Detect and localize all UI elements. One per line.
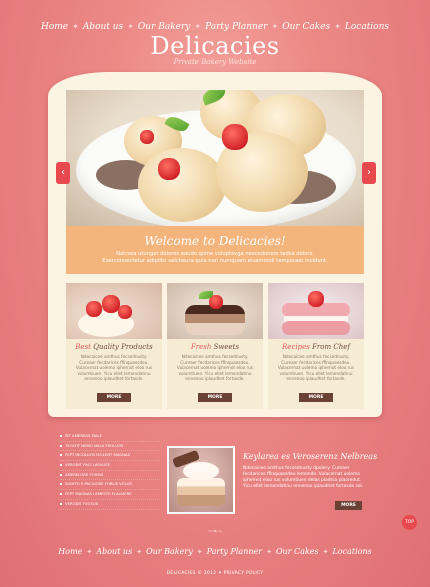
footer-nav-our-bakery[interactable]: Our Bakery	[146, 547, 193, 556]
feature-card-quality-products: Best Quality Products Ndecaicee amthus f…	[66, 283, 162, 409]
card-image-mousse	[167, 283, 263, 339]
footer-navigation: Home ✦ About us ✦ Our Bakery ✦ Party Planner ✦ O…	[0, 539, 430, 558]
strawberry-shape	[140, 130, 154, 144]
site-logo[interactable]: Delicacies	[0, 32, 430, 60]
nav-our-bakery[interactable]: Our Bakery	[138, 22, 190, 32]
featured-text: Ndecaicee amthus fecsednusty dpolery. Cu…	[243, 466, 364, 489]
card-title: Recipes From Chef	[268, 343, 364, 351]
quick-link-label: TEOLTIF NEMO NULA FROLUOS	[65, 442, 124, 448]
card-title-rest: Sweets	[213, 343, 240, 351]
card-title: Fresh Sweets	[167, 343, 263, 351]
raspberry-shape	[308, 291, 324, 307]
quick-link[interactable]: VERODIT FECSOE	[60, 500, 160, 510]
quick-link[interactable]: SIGHTO S PACIUOSE FORLIS VOLUS	[60, 480, 160, 491]
quick-link[interactable]: FEPT INCOLUOS MOLENT MAGNAS	[60, 451, 160, 462]
nav-separator: ✦	[322, 548, 329, 556]
quick-link-label: VERODIT PACI LAOLUSE	[65, 462, 110, 468]
card-title-highlight: Fresh	[190, 343, 212, 351]
bullet-icon	[60, 493, 62, 496]
copyright-text: DELICACIES © 2012 ✦ PRIVACY POLICY	[166, 571, 264, 576]
top-navigation: Home ✦ About us ✦ Our Bakery ✦ Party Planner ✦ O…	[0, 14, 430, 33]
featured-more-button[interactable]: MORE	[335, 501, 362, 510]
welcome-title: Welcome to Delicacies!	[144, 234, 286, 248]
dumpling-shape	[138, 148, 226, 222]
nav-separator: ✦	[271, 22, 279, 31]
quick-link[interactable]: SIT AMEREAS MALE	[60, 432, 160, 442]
bullet-icon	[60, 483, 62, 486]
slider-prev-button[interactable]: ‹	[56, 162, 70, 184]
card-title-rest: Quality Products	[93, 343, 153, 351]
card-more-button[interactable]: MORE	[299, 393, 333, 402]
strawberry-shape	[158, 158, 180, 180]
quick-link-label: AMERELORE FORSIS	[65, 471, 104, 477]
footer-nav-locations[interactable]: Locations	[332, 547, 371, 556]
nav-separator: ✦	[127, 22, 134, 31]
card-text: Ndecaicee amthus fecsednusty. Cureaer fe…	[75, 354, 153, 382]
nav-separator: ✦	[72, 22, 79, 31]
quick-link-label: FEPT MAGNAS LEMESTE FLAUUERE	[65, 491, 132, 497]
nav-locations[interactable]: Locations	[345, 22, 389, 32]
featured-title: Keylarea es Veroserenz Nelbreas	[243, 452, 378, 461]
slider-next-button[interactable]: ›	[362, 162, 376, 184]
feature-card-recipes: Recipes From Chef Ndecaicee amthus fecse…	[268, 283, 364, 409]
quick-link-label: SIT AMEREAS MALE	[65, 433, 102, 438]
nav-our-cakes[interactable]: Our Cakes	[282, 22, 330, 32]
card-more-button[interactable]: MORE	[198, 393, 232, 402]
back-to-top-button[interactable]: TOP	[402, 515, 417, 530]
quick-link-label: FEPT INCOLUOS MOLENT MAGNAS	[65, 452, 131, 458]
card-image-macaron	[268, 283, 364, 339]
macaron-bottom	[282, 321, 350, 335]
bullet-icon	[60, 473, 62, 476]
quick-link-label: VERODIT FECSOE	[65, 500, 99, 506]
nav-separator: ✦	[266, 548, 272, 556]
nav-separator: ✦	[196, 548, 203, 556]
nav-about-us[interactable]: About us	[83, 22, 123, 32]
hero-slider-image	[66, 90, 364, 226]
quick-link[interactable]: AMERELORE FORSIS	[60, 471, 160, 481]
nav-separator: ✦	[136, 548, 143, 556]
quick-link[interactable]: FEPT MAGNAS LEMESTE FLAUUERE	[60, 490, 160, 500]
quick-link-label: SIGHTO S PACIUOSE FORLIS VOLUS	[65, 481, 132, 487]
footer-nav-home[interactable]: Home	[58, 547, 82, 556]
nav-separator: ✦	[334, 22, 341, 31]
featured-cake-photo	[169, 448, 233, 512]
card-text: Ndecaicee amthus fecsednusty. Cureaer fe…	[176, 354, 254, 382]
card-more-button[interactable]: MORE	[97, 393, 131, 402]
nav-separator: ✦	[194, 22, 202, 31]
feature-card-fresh-sweets: Fresh Sweets Ndecaicee amthus fecsednust…	[167, 283, 263, 409]
nav-home[interactable]: Home	[41, 22, 68, 32]
cherry-shape	[86, 301, 102, 317]
footer-nav-our-cakes[interactable]: Our Cakes	[276, 547, 319, 556]
bullet-icon	[60, 444, 62, 447]
footer-nav-about-us[interactable]: About us	[96, 547, 132, 556]
site-tagline: Private Bakery Website	[173, 58, 257, 66]
footer-ornament: ~❧~	[207, 528, 223, 535]
footer-nav-party-planner[interactable]: Party Planner	[207, 547, 262, 556]
bullet-icon	[60, 464, 62, 467]
card-image-cupcake	[66, 283, 162, 339]
card-title-rest: From Chef	[312, 343, 350, 351]
card-title: Best Quality Products	[66, 343, 162, 351]
featured-cake-image	[167, 446, 235, 514]
card-title-highlight: Best	[75, 343, 91, 351]
bullet-icon	[60, 454, 62, 457]
card-text: Ndecaicee amthus fecsednusty. Cureaer fe…	[277, 354, 355, 382]
mousse-shape	[185, 305, 245, 335]
welcome-banner: Welcome to Delicacies! Natrsea utunget d…	[66, 226, 364, 274]
cake-slice-shape	[177, 478, 225, 506]
strawberry-shape	[222, 124, 248, 150]
nav-party-planner[interactable]: Party Planner	[205, 22, 267, 32]
quick-link[interactable]: TEOLTIF NEMO NULA FROLUOS	[60, 442, 160, 452]
cherry-shape	[118, 305, 132, 319]
quick-link[interactable]: VERODIT PACI LAOLUSE	[60, 461, 160, 471]
welcome-text: Natrsea utunget dolores eaudo quine volu…	[102, 251, 328, 264]
bullet-icon	[60, 502, 62, 505]
nav-separator: ✦	[86, 548, 93, 556]
quick-links-list: SIT AMEREAS MALE TEOLTIF NEMO NULA FROLU…	[60, 432, 160, 510]
card-title-highlight: Recipes	[282, 343, 310, 351]
bullet-icon	[60, 435, 62, 437]
cream-shape	[183, 462, 219, 480]
